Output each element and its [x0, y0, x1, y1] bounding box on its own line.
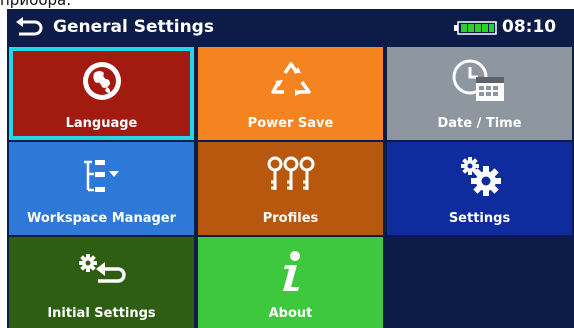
- profiles-keys-icon: [267, 156, 314, 190]
- page-title: General Settings: [53, 17, 214, 37]
- header-bar: General Settings 08:10: [7, 9, 574, 45]
- battery-icon: [454, 21, 497, 35]
- tile-label: Language: [65, 116, 138, 131]
- battery-indicator: [453, 20, 497, 35]
- clock-calendar-icon: [452, 59, 504, 101]
- tile-settings[interactable]: Settings: [387, 142, 572, 235]
- globe-icon: [82, 62, 121, 100]
- device-screen: General Settings 08:10 Language Power Sa…: [7, 9, 574, 328]
- settings-menu-grid: Language Power Save Date / Time Workspac…: [7, 45, 574, 328]
- tile-workspace-manager[interactable]: Workspace Manager: [9, 142, 194, 235]
- tile-power-save[interactable]: Power Save: [198, 47, 383, 140]
- page-caption: прибора:: [0, 0, 72, 9]
- tile-label: Settings: [448, 211, 511, 226]
- tile-about[interactable]: About: [198, 237, 383, 328]
- tile-profiles[interactable]: Profiles: [198, 142, 383, 235]
- initial-settings-icon: [78, 254, 126, 283]
- tile-language[interactable]: Language: [9, 47, 194, 140]
- tile-label: Workspace Manager: [27, 211, 176, 226]
- tile-label: Power Save: [247, 116, 334, 131]
- tile-label: About: [268, 306, 313, 321]
- tile-initial-settings[interactable]: Initial Settings: [9, 237, 194, 328]
- tile-label: Profiles: [262, 211, 319, 226]
- tile-label: Date / Time: [437, 116, 522, 131]
- recycle-icon: [270, 62, 311, 96]
- back-arrow-icon: [16, 17, 43, 36]
- tile-date-time[interactable]: Date / Time: [387, 47, 572, 140]
- gears-icon: [460, 157, 501, 196]
- back-button[interactable]: [13, 15, 45, 39]
- workspace-tree-icon: [83, 160, 119, 192]
- info-icon: [282, 251, 300, 291]
- tile-label: Initial Settings: [47, 306, 156, 321]
- clock-time: 08:10: [502, 17, 557, 37]
